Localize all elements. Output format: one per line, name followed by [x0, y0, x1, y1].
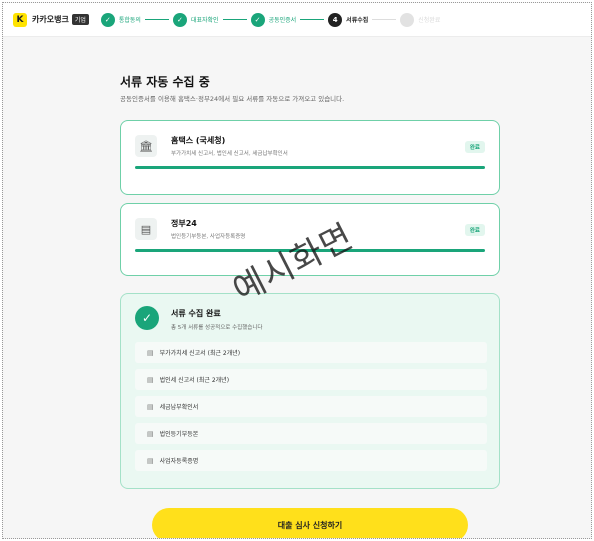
list-item: ▤ 사업자등록증명 — [135, 450, 487, 471]
document-building-icon: ▤ — [135, 218, 157, 240]
list-item: ▤ 법인세 신고서 (최근 2개년) — [135, 369, 487, 390]
check-icon: ✓ — [172, 12, 187, 27]
progress-track — [135, 249, 485, 252]
source-desc: 부가가치세 신고서, 법인세 신고서, 세금납부확인서 — [171, 151, 288, 157]
step-2: ✓ 대표자확인 — [172, 12, 219, 27]
list-item: ▤ 부가가치세 신고서 (최근 2개년) — [135, 342, 487, 363]
step-label: 통합동의 — [118, 17, 141, 24]
page-subtitle: 공동인증서를 이용해 홈택스·정부24에서 필요 서류를 자동으로 가져오고 있… — [120, 95, 345, 103]
check-icon: ✓ — [100, 12, 115, 27]
document-label: 법인등기부등본 — [159, 431, 199, 438]
document-label: 사업자등록증명 — [159, 458, 199, 465]
step-connector — [144, 19, 169, 20]
brand-logo-icon: K — [13, 12, 27, 27]
step-label: 신청완료 — [418, 17, 441, 24]
source-card-hometax: 🏛 홈택스 (국세청) 부가가치세 신고서, 법인세 신고서, 세금납부확인서 … — [120, 120, 500, 195]
document-icon: ▤ — [147, 429, 154, 438]
progress-track — [135, 166, 485, 169]
step-4: 4 서류수집 — [328, 12, 369, 27]
progress-fill — [135, 166, 485, 169]
step-number: 5 — [400, 12, 415, 27]
document-icon: ▤ — [147, 456, 154, 465]
complete-desc: 총 5개 서류를 성공적으로 수집했습니다 — [171, 325, 263, 331]
check-circle-icon: ✓ — [135, 306, 159, 330]
step-label: 공동인증서 — [268, 17, 297, 24]
step-label: 대표자확인 — [190, 17, 219, 24]
complete-title: 서류 수집 완료 — [171, 309, 221, 318]
document-icon: ▤ — [147, 348, 154, 357]
brand-badge: 기업 — [71, 14, 89, 25]
step-number: 4 — [328, 12, 343, 27]
list-item: ▤ 세금납부확인서 — [135, 396, 487, 417]
list-item: ▤ 법인등기부등본 — [135, 423, 487, 444]
top-header: K 카카오뱅크 기업 ✓ 통합동의 ✓ 대표자확인 ✓ 공동인증서 4 서류수집 — [3, 3, 591, 37]
progress-fill — [135, 249, 485, 252]
check-icon: ✓ — [250, 12, 265, 27]
document-icon: ▤ — [147, 375, 154, 384]
source-card-gov24: ▤ 정부24 법인등기부등본, 사업자등록증명 완료 — [120, 203, 500, 276]
step-connector — [222, 19, 247, 20]
source-name: 정부24 — [171, 219, 197, 228]
app-frame: K 카카오뱅크 기업 ✓ 통합동의 ✓ 대표자확인 ✓ 공동인증서 4 서류수집 — [2, 2, 592, 539]
document-label: 부가가치세 신고서 (최근 2개년) — [159, 350, 241, 357]
step-3: ✓ 공동인증서 — [250, 12, 297, 27]
government-building-icon: 🏛 — [135, 135, 157, 157]
step-5: 5 신청완료 — [400, 12, 441, 27]
collection-complete-panel: ✓ 서류 수집 완료 총 5개 서류를 성공적으로 수집했습니다 ▤ 부가가치세… — [120, 293, 500, 489]
step-connector — [372, 19, 397, 20]
status-badge: 완료 — [464, 141, 485, 153]
source-desc: 법인등기부등본, 사업자등록증명 — [171, 234, 246, 240]
source-name: 홈택스 (국세청) — [171, 136, 226, 145]
status-badge: 완료 — [464, 224, 485, 236]
step-1: ✓ 통합동의 — [100, 12, 141, 27]
loan-review-submit-button[interactable]: 대출 심사 신청하기 — [152, 508, 468, 538]
brand-name: 카카오뱅크 — [32, 15, 69, 24]
step-connector — [300, 19, 325, 20]
document-label: 세금납부확인서 — [159, 404, 199, 411]
document-icon: ▤ — [147, 402, 154, 411]
progress-stepper: ✓ 통합동의 ✓ 대표자확인 ✓ 공동인증서 4 서류수집 5 신청완료 — [100, 12, 441, 27]
page-title: 서류 자동 수집 중 — [120, 75, 210, 89]
document-list: ▤ 부가가치세 신고서 (최근 2개년) ▤ 법인세 신고서 (최근 2개년) … — [135, 342, 487, 477]
document-label: 법인세 신고서 (최근 2개년) — [159, 377, 230, 384]
step-label: 서류수집 — [346, 17, 369, 24]
